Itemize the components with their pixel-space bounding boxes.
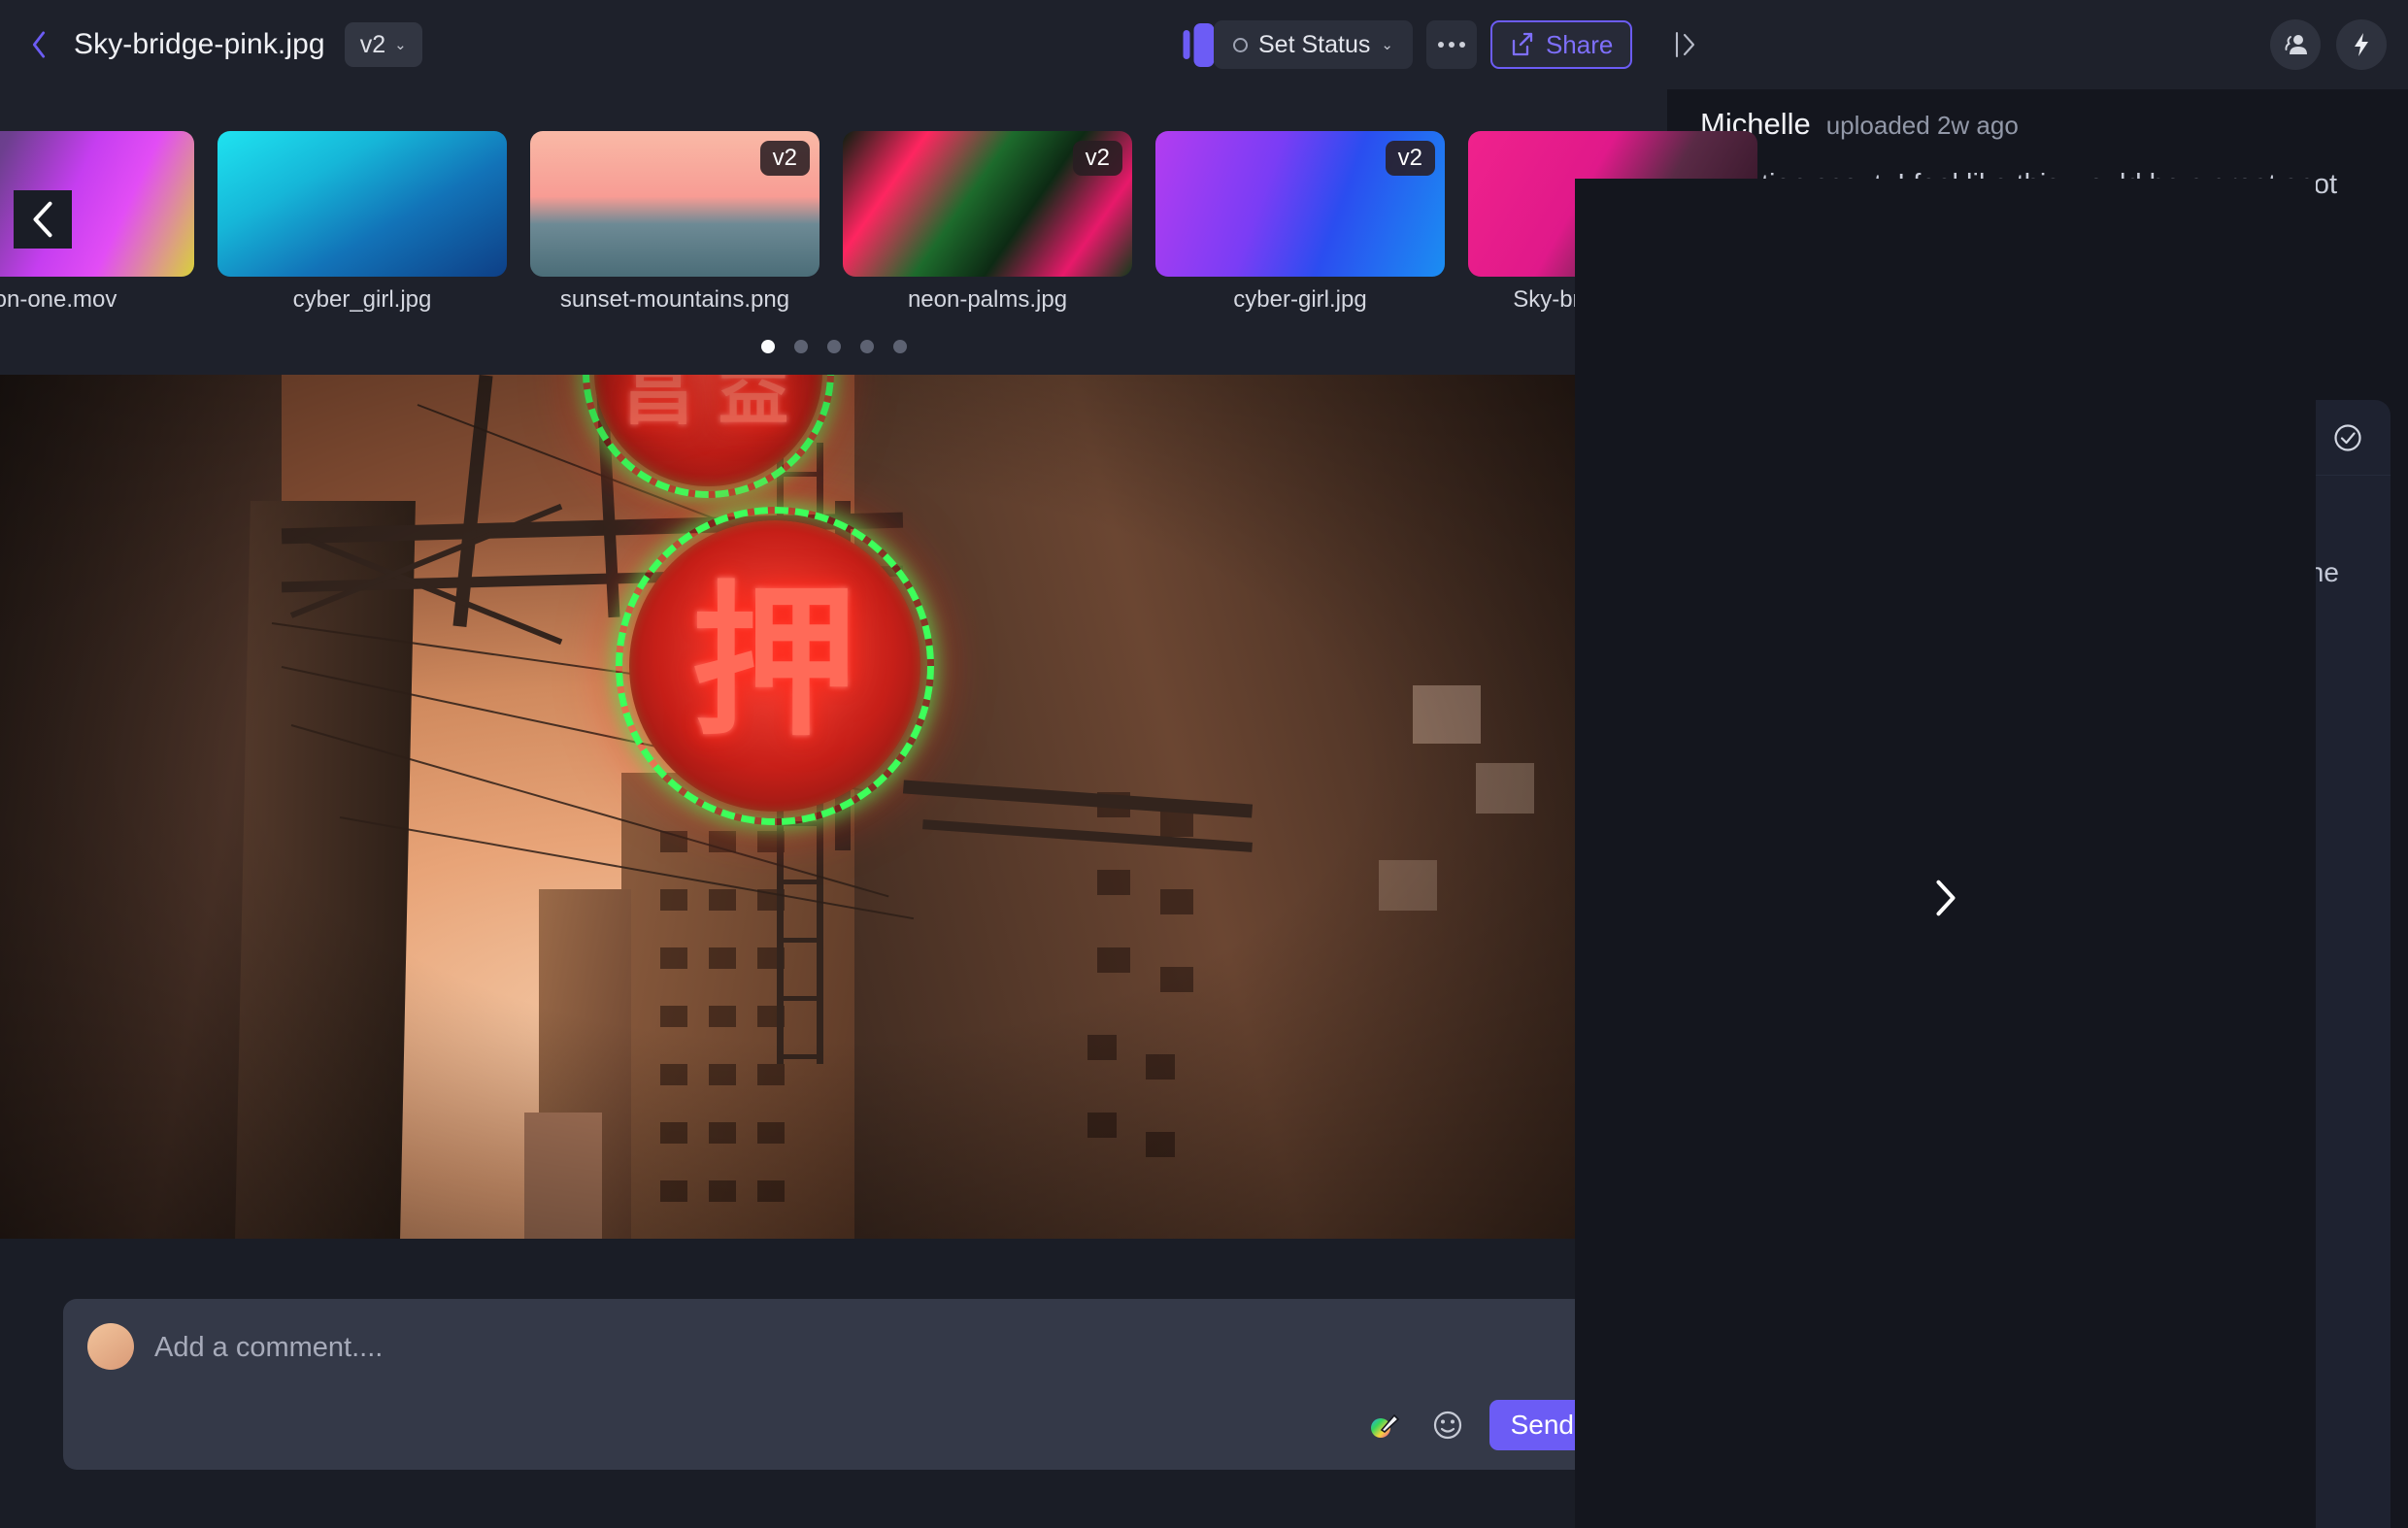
check-circle-icon[interactable]: [2332, 422, 2363, 453]
main-photo: 昌 益 押: [0, 375, 1622, 1239]
chevron-down-icon: ⌄: [394, 37, 407, 53]
thumbnail-label: neon-palms.jpg: [907, 286, 1068, 313]
viewer-column: tion-one.mov cyber_girl.jpg v2 sunset-mo…: [0, 0, 2316, 1528]
share-icon: [1512, 32, 1533, 56]
logo-bar-left: [1183, 30, 1190, 59]
people-icon: [2285, 35, 2307, 54]
status-dot-icon: [1233, 37, 1248, 52]
composer-avatar: [87, 1323, 134, 1370]
thumbnail-item[interactable]: cyber_girl.jpg: [217, 131, 507, 313]
thumbnail-item[interactable]: v2 neon-palms.jpg: [843, 131, 1132, 313]
version-badge: v2: [1072, 141, 1122, 176]
set-status-label: Set Status: [1258, 30, 1371, 58]
dot: [1458, 42, 1465, 48]
app-root: tion-one.mov cyber_girl.jpg v2 sunset-mo…: [0, 0, 2408, 1528]
share-button[interactable]: Share: [1489, 20, 1633, 69]
invite-people-button[interactable]: [2270, 19, 2321, 70]
page-dot[interactable]: [793, 340, 808, 353]
version-badge: v2: [1385, 141, 1435, 176]
share-label: Share: [1545, 29, 1614, 59]
emoji-icon[interactable]: [1427, 1405, 1468, 1445]
image-viewer[interactable]: 昌 益 押: [0, 375, 1622, 1239]
uploaded-meta: uploaded 2w ago: [1825, 111, 2019, 140]
page-dot[interactable]: [826, 340, 841, 353]
strip-next-arrow[interactable]: [1575, 179, 2316, 1528]
page-dot[interactable]: [859, 340, 874, 353]
version-selector[interactable]: v2 ⌄: [344, 22, 422, 67]
page-dot[interactable]: [760, 340, 775, 353]
thumbnail-label: cyber_girl.jpg: [292, 286, 432, 313]
page-dot[interactable]: [892, 340, 907, 353]
toolbar-right-icons: [2270, 0, 2387, 89]
dot: [1448, 42, 1455, 48]
toggle-panel-button[interactable]: [1663, 22, 1708, 67]
composer-actions: Send: [1365, 1400, 1595, 1450]
set-status-button[interactable]: Set Status ⌄: [1214, 20, 1413, 69]
logo-bar-center: [1193, 22, 1215, 67]
page-title: Sky-bridge-pink.jpg: [74, 28, 325, 60]
version-badge: v2: [759, 141, 810, 176]
uploader-line: Michelle uploaded 2w ago: [1700, 107, 2375, 142]
thumbnail-image[interactable]: v2: [1155, 131, 1445, 277]
thumbnail-strip: tion-one.mov cyber_girl.jpg v2 sunset-mo…: [0, 89, 2316, 1528]
thumbnail-label: cyber-girl.jpg: [1233, 286, 1367, 313]
strip-pagination: [0, 340, 1667, 353]
thumbnail-item[interactable]: v2 cyber-girl.jpg: [1155, 131, 1445, 313]
thumbnail-label: tion-one.mov: [0, 286, 117, 313]
thumbnail-image[interactable]: v2: [530, 131, 819, 277]
thumbnail-list: tion-one.mov cyber_girl.jpg v2 sunset-mo…: [0, 117, 1757, 313]
strip-prev-arrow[interactable]: [14, 190, 72, 249]
thumbnail-label: sunset-mountains.png: [559, 286, 790, 313]
comment-composer[interactable]: Add a comment.... Send: [63, 1299, 1614, 1470]
comment-input[interactable]: Add a comment....: [154, 1332, 383, 1364]
top-toolbar: Sky-bridge-pink.jpg v2 ⌄ Set Status ⌄ Sh…: [0, 0, 2408, 89]
chevron-down-icon: ⌄: [1381, 37, 1393, 53]
dot: [1437, 42, 1444, 48]
thumbnail-item[interactable]: v2 sunset-mountains.png: [530, 131, 819, 313]
quick-actions-button[interactable]: [2336, 19, 2387, 70]
thumbnail-image[interactable]: v2: [843, 131, 1132, 277]
more-options-button[interactable]: [1425, 20, 1477, 69]
annotate-brush-icon[interactable]: [1365, 1405, 1406, 1445]
photo-vignette: [0, 375, 1622, 1239]
version-label: v2: [359, 30, 386, 58]
thumbnail-image[interactable]: [217, 131, 507, 277]
toolbar-actions: Set Status ⌄ Share: [1214, 0, 1708, 89]
back-button[interactable]: [17, 23, 60, 66]
lightning-icon: [2355, 33, 2368, 56]
